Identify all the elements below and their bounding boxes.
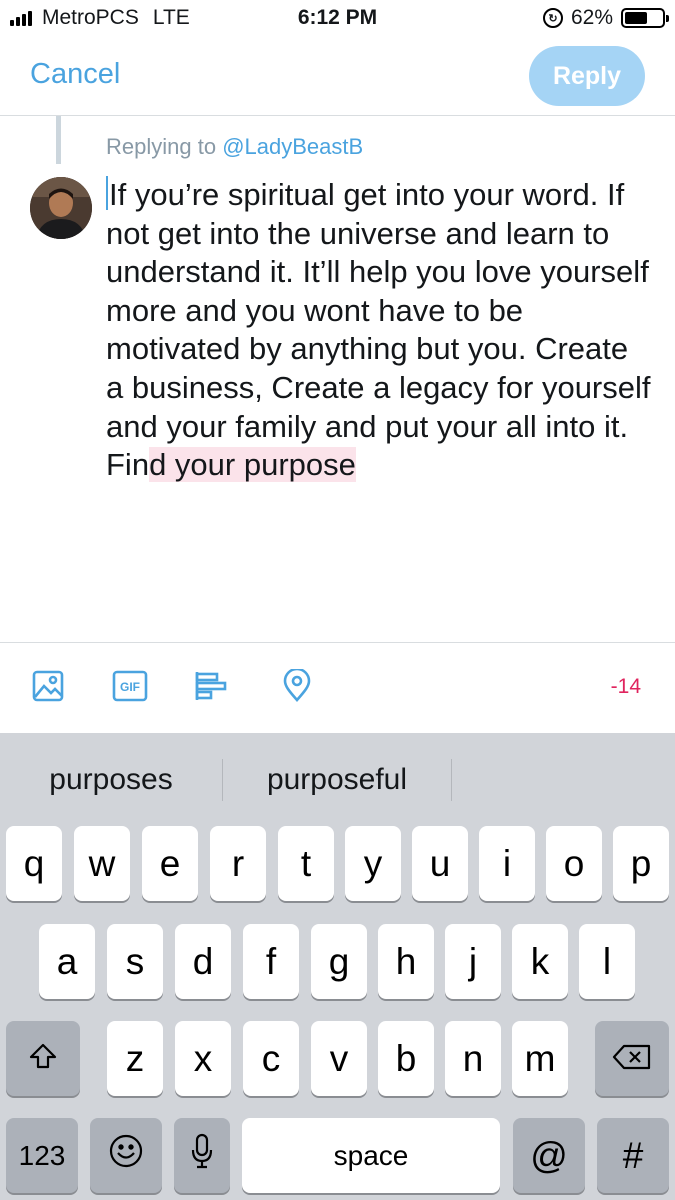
key-w[interactable]: w	[74, 826, 130, 901]
key-t[interactable]: t	[278, 826, 334, 901]
poll-icon[interactable]	[194, 668, 230, 704]
key-y[interactable]: y	[345, 826, 401, 901]
backspace-icon	[612, 1038, 652, 1080]
microphone-icon	[189, 1132, 215, 1179]
emoji-icon	[108, 1133, 144, 1178]
cancel-button[interactable]: Cancel	[30, 58, 120, 91]
avatar	[30, 177, 92, 239]
status-bar: MetroPCS LTE 6:12 PM ↻ 62%	[0, 0, 675, 40]
key-i[interactable]: i	[479, 826, 535, 901]
keyboard: purposes purposeful q w e r t y u i o p …	[0, 733, 675, 1200]
text-cursor	[106, 176, 108, 210]
battery-icon	[621, 8, 669, 28]
key-p[interactable]: p	[613, 826, 669, 901]
emoji-key[interactable]	[90, 1118, 162, 1193]
dictation-key[interactable]	[174, 1118, 230, 1193]
character-counter: -14	[610, 675, 641, 698]
key-k[interactable]: k	[512, 924, 568, 999]
tweet-text-input[interactable]: If you’re spiritual get into your word. …	[106, 176, 651, 485]
location-pin-icon[interactable]	[279, 668, 315, 704]
reply-button[interactable]: Reply	[529, 46, 645, 106]
key-e[interactable]: e	[142, 826, 198, 901]
at-key[interactable]: @	[513, 1118, 585, 1193]
shift-key[interactable]	[6, 1021, 80, 1096]
key-f[interactable]: f	[243, 924, 299, 999]
status-right: ↻ 62%	[542, 6, 669, 30]
suggestion-1[interactable]: purposes	[0, 733, 222, 827]
key-b[interactable]: b	[378, 1021, 434, 1096]
nav-divider	[0, 115, 675, 116]
key-o[interactable]: o	[546, 826, 602, 901]
replying-handle[interactable]: @LadyBeastB	[222, 134, 363, 159]
key-z[interactable]: z	[107, 1021, 163, 1096]
key-r[interactable]: r	[210, 826, 266, 901]
key-h[interactable]: h	[378, 924, 434, 999]
rotation-lock-icon: ↻	[542, 8, 563, 28]
key-q[interactable]: q	[6, 826, 62, 901]
key-c[interactable]: c	[243, 1021, 299, 1096]
thread-connector-line	[56, 116, 61, 164]
key-u[interactable]: u	[412, 826, 468, 901]
replying-prefix: Replying to	[106, 134, 217, 159]
replying-to: Replying to @LadyBeastB	[106, 134, 363, 160]
key-n[interactable]: n	[445, 1021, 501, 1096]
key-s[interactable]: s	[107, 924, 163, 999]
key-v[interactable]: v	[311, 1021, 367, 1096]
space-key[interactable]: space	[242, 1118, 500, 1193]
suggestion-2[interactable]: purposeful	[223, 733, 451, 827]
tweet-text: If you’re spiritual get into your word. …	[106, 177, 651, 483]
key-a[interactable]: a	[39, 924, 95, 999]
key-d[interactable]: d	[175, 924, 231, 999]
key-g[interactable]: g	[311, 924, 367, 999]
key-m[interactable]: m	[512, 1021, 568, 1096]
delete-key[interactable]	[595, 1021, 669, 1096]
key-x[interactable]: x	[175, 1021, 231, 1096]
autocorrect-marked-text: d your purpose	[149, 447, 356, 483]
gif-label: GIF	[120, 680, 140, 694]
shift-icon	[28, 1038, 58, 1080]
key-l[interactable]: l	[579, 924, 635, 999]
compose-divider	[0, 642, 675, 643]
key-j[interactable]: j	[445, 924, 501, 999]
suggestion-3[interactable]	[452, 733, 675, 827]
image-icon[interactable]	[30, 668, 66, 704]
battery-percent: 62%	[570, 6, 613, 29]
gif-icon[interactable]: GIF	[112, 668, 148, 704]
numbers-key[interactable]: 123	[6, 1118, 78, 1193]
hash-key[interactable]: #	[597, 1118, 669, 1193]
